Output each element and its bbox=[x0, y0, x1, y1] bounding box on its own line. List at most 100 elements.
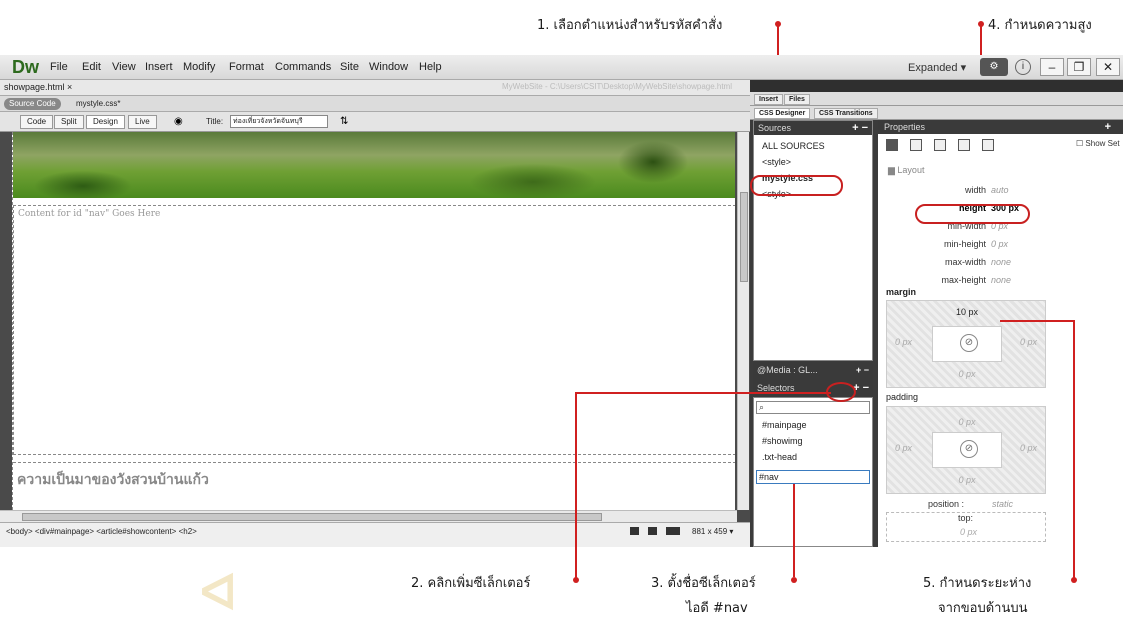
selectors-list: ⌕ #mainpage #showimg .txt-head #nav bbox=[753, 397, 873, 547]
page-heading[interactable]: ความเป็นมาของวังสวนบ้านแก้ว bbox=[17, 469, 209, 491]
menu-file[interactable]: File bbox=[50, 61, 68, 73]
tab-css-transitions[interactable]: CSS Transitions bbox=[814, 108, 878, 119]
menu-help[interactable]: Help bbox=[419, 61, 442, 73]
annotation-step5-line2: จากขอบด้านบน bbox=[938, 601, 1028, 616]
background-category-icon[interactable] bbox=[958, 139, 970, 151]
code-view-button[interactable]: Code bbox=[20, 115, 54, 129]
more-category-icon[interactable] bbox=[982, 139, 994, 151]
close-button[interactable]: ✕ bbox=[1096, 58, 1120, 76]
add-remove-source-icon[interactable]: + − bbox=[852, 121, 868, 135]
source-all[interactable]: ALL SOURCES bbox=[762, 141, 825, 151]
split-view-button[interactable]: Split bbox=[54, 115, 84, 129]
mobile-size-icon[interactable] bbox=[630, 527, 639, 535]
prop-value[interactable]: none bbox=[991, 275, 1011, 285]
related-files-bar: Source Code mystyle.css* bbox=[0, 96, 750, 112]
selector-txt-head[interactable]: .txt-head bbox=[762, 452, 797, 462]
design-view-button[interactable]: Design bbox=[86, 115, 125, 129]
tutorial-figure: ᐊ 1. เลือกตำแหน่งสำหรับรหัสคำสั่ง 4. กำห… bbox=[0, 0, 1123, 624]
prop-name: min-height bbox=[943, 239, 986, 249]
annotation-step5-line1: 5. กำหนดระยะห่าง bbox=[923, 576, 1032, 591]
selector-mainpage[interactable]: #mainpage bbox=[762, 420, 807, 430]
annotation-step2-line-v bbox=[575, 392, 577, 578]
window-size[interactable]: 881 x 459 ▾ bbox=[692, 527, 733, 536]
sync-settings-button[interactable]: ⚙ bbox=[980, 58, 1008, 76]
prop-width[interactable]: width auto bbox=[878, 185, 1123, 198]
source-style[interactable]: <style> bbox=[762, 157, 791, 167]
link-icon[interactable]: ⊘ bbox=[960, 334, 978, 352]
menu-modify[interactable]: Modify bbox=[183, 61, 215, 73]
padding-left[interactable]: 0 px bbox=[895, 443, 912, 453]
tablet-size-icon[interactable] bbox=[648, 527, 657, 535]
margin-right[interactable]: 0 px bbox=[1020, 337, 1037, 347]
menu-view[interactable]: View bbox=[112, 61, 136, 73]
annotation-step2-line-h bbox=[575, 392, 831, 394]
annotation-step3-line2: ไอดี #nav bbox=[686, 601, 748, 616]
design-view: Content for id "nav" Goes Here ความเป็นม… bbox=[12, 132, 735, 510]
media-pane: @Media : GL... + − bbox=[753, 361, 873, 379]
prop-max-width[interactable]: max-width none bbox=[878, 257, 1123, 270]
padding-top[interactable]: 0 px bbox=[887, 417, 1047, 427]
margin-top[interactable]: 10 px bbox=[887, 307, 1047, 317]
margin-bottom[interactable]: 0 px bbox=[887, 369, 1047, 379]
prop-value[interactable]: none bbox=[991, 257, 1011, 267]
workspace-switcher[interactable]: Expanded ▾ bbox=[908, 61, 966, 74]
tab-css-designer[interactable]: CSS Designer bbox=[754, 108, 811, 119]
top-value[interactable]: 0 px bbox=[960, 527, 977, 537]
add-property-icon[interactable]: + bbox=[1105, 120, 1111, 134]
show-set-checkbox[interactable]: ☐ Show Set bbox=[1076, 139, 1120, 148]
document-tab[interactable]: showpage.html × bbox=[4, 82, 72, 92]
dw-logo: Dw bbox=[12, 57, 39, 77]
padding-box: 0 px 0 px 0 px ⊘ 0 px bbox=[886, 406, 1046, 494]
vertical-scrollbar[interactable] bbox=[737, 132, 749, 510]
text-category-icon[interactable] bbox=[910, 139, 922, 151]
annotation-step3-dot bbox=[791, 577, 797, 583]
margin-left[interactable]: 0 px bbox=[895, 337, 912, 347]
document-path: MyWebSite - C:\Users\CSIT\Desktop\MyWebS… bbox=[502, 82, 732, 91]
live-view-button[interactable]: Live bbox=[128, 115, 157, 129]
menu-window[interactable]: Window bbox=[369, 61, 408, 73]
info-icon[interactable]: i bbox=[1015, 59, 1031, 75]
title-input[interactable]: ท่องเที่ยวจังหวัดจันทบุรี bbox=[230, 115, 328, 128]
layout-category-icon[interactable] bbox=[886, 139, 898, 151]
highlight-add-selector bbox=[826, 382, 856, 402]
selector-search-input[interactable]: ⌕ bbox=[756, 401, 870, 414]
position-value[interactable]: static bbox=[992, 499, 1013, 509]
annotation-step5-dot bbox=[1071, 577, 1077, 583]
minimize-button[interactable]: – bbox=[1040, 58, 1064, 76]
tag-selector[interactable]: <body> <div#mainpage> <article#showconte… bbox=[6, 527, 197, 536]
tab-files[interactable]: Files bbox=[784, 94, 810, 105]
menu-commands[interactable]: Commands bbox=[275, 61, 331, 73]
restore-button[interactable]: ❐ bbox=[1067, 58, 1091, 76]
horizontal-scrollbar[interactable] bbox=[0, 510, 737, 522]
selector-nav[interactable]: #nav bbox=[759, 472, 779, 482]
padding-bottom[interactable]: 0 px bbox=[887, 475, 1047, 485]
menu-edit[interactable]: Edit bbox=[82, 61, 101, 73]
border-category-icon[interactable] bbox=[934, 139, 946, 151]
menu-site[interactable]: Site bbox=[340, 61, 359, 73]
globe-icon[interactable]: ◉ bbox=[174, 116, 183, 127]
sources-header: Sources + − bbox=[754, 121, 872, 135]
document-tab-bar: showpage.html × MyWebSite - C:\Users\CSI… bbox=[0, 80, 750, 96]
nav-div[interactable]: Content for id "nav" Goes Here bbox=[13, 205, 735, 455]
desktop-size-icon[interactable] bbox=[666, 527, 680, 535]
workspace-label: Expanded bbox=[908, 62, 958, 74]
tab-insert[interactable]: Insert bbox=[754, 94, 784, 105]
chevron-down-icon: ▾ bbox=[960, 62, 967, 74]
highlight-mystyle-css bbox=[750, 175, 843, 196]
menu-format[interactable]: Format bbox=[229, 61, 264, 73]
scrollbar-thumb[interactable] bbox=[22, 513, 602, 521]
prop-min-height[interactable]: min-height 0 px bbox=[878, 239, 1123, 252]
annotation-step3-line1: 3. ตั้งชื่อซีเล็กเตอร์ bbox=[651, 576, 756, 591]
selector-showimg[interactable]: #showimg bbox=[762, 436, 803, 446]
padding-right[interactable]: 0 px bbox=[1020, 443, 1037, 453]
annotation-step1: 1. เลือกตำแหน่งสำหรับรหัสคำสั่ง bbox=[537, 18, 723, 33]
add-media-icon[interactable]: + − bbox=[856, 361, 869, 379]
file-management-icon[interactable]: ⇅ bbox=[340, 116, 348, 127]
source-code-button[interactable]: Source Code bbox=[4, 98, 61, 110]
link-icon[interactable]: ⊘ bbox=[960, 440, 978, 458]
menu-insert[interactable]: Insert bbox=[145, 61, 173, 73]
prop-value[interactable]: 0 px bbox=[991, 239, 1008, 249]
scrollbar-thumb[interactable] bbox=[740, 192, 748, 282]
prop-value[interactable]: auto bbox=[991, 185, 1009, 195]
related-file-css[interactable]: mystyle.css* bbox=[76, 99, 120, 108]
